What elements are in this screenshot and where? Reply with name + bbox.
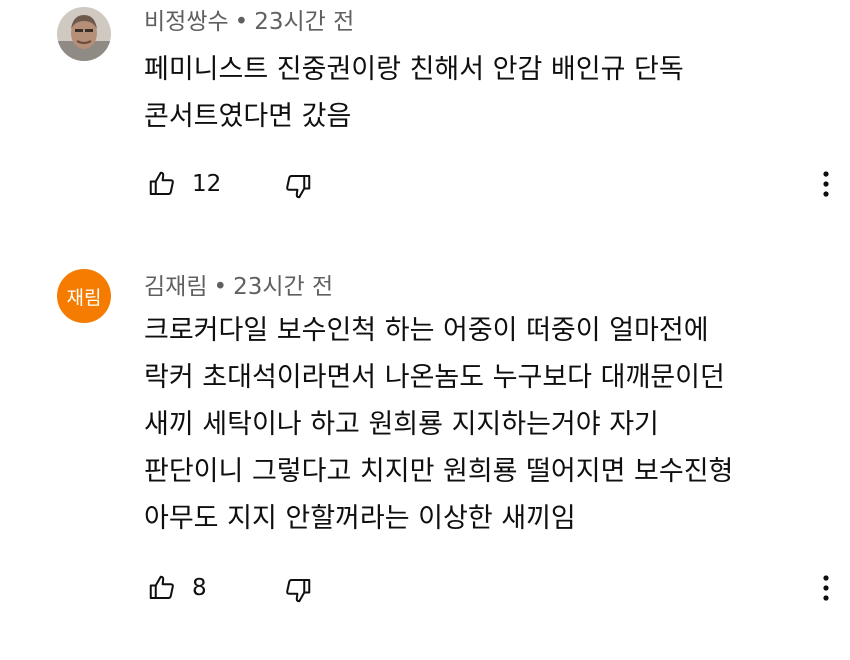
avatar-initials: 재림: [66, 286, 102, 309]
comment-time[interactable]: 23시간 전: [233, 274, 333, 300]
comment-text-line: 새끼 세탁이나 하고 원희룡 지지하는거야 자기: [144, 409, 659, 440]
avatar[interactable]: 재림: [57, 269, 111, 323]
comment-actions: 12: [144, 164, 834, 204]
like-button[interactable]: [144, 164, 180, 204]
meta-separator: •: [213, 274, 228, 300]
more-vert-icon: [823, 171, 829, 197]
comment-actions: 8: [144, 568, 834, 608]
more-options-button[interactable]: [808, 164, 844, 204]
avatar-photo-icon: [57, 7, 111, 61]
comment-author[interactable]: 비정쌍수: [144, 9, 229, 35]
like-count: 12: [192, 171, 222, 197]
comment-meta: 김재림 • 23시간 전: [144, 272, 333, 302]
comment-text-line: 아무도 지지 안할꺼라는 이상한 새끼임: [144, 503, 576, 534]
like-count: 8: [192, 575, 207, 601]
thumbs-up-icon: [149, 575, 174, 599]
thumbs-up-icon: [149, 171, 174, 195]
comment-author[interactable]: 김재림: [144, 274, 207, 300]
comment-text: 페미니스트 진중권이랑 친해서 안감 배인규 단독 콘서트였다면 갔음: [144, 46, 834, 140]
comment-text-line: 크로커다일 보수인척 하는 어중이 떠중이 얼마전에: [144, 315, 709, 346]
more-options-button[interactable]: [808, 568, 844, 608]
like-button[interactable]: [144, 568, 180, 608]
comment-text: 크로커다일 보수인척 하는 어중이 떠중이 얼마전에 락커 초대석이라면서 나온…: [144, 307, 834, 542]
more-vert-icon: [823, 575, 829, 601]
comment-time[interactable]: 23시간 전: [254, 9, 354, 35]
dislike-button[interactable]: [280, 570, 316, 610]
thumbs-down-icon: [286, 175, 311, 199]
comment-meta: 비정쌍수 • 23시간 전: [144, 7, 354, 37]
comment-text-line: 판단이니 그렇다고 치지만 원희룡 떨어지면 보수진형: [144, 456, 734, 487]
thumbs-down-icon: [286, 579, 311, 603]
comment-text-line: 락커 초대석이라면서 나온놈도 누구보다 대깨문이던: [144, 362, 725, 393]
comment-text-line: 콘서트였다면 갔음: [144, 101, 352, 132]
avatar[interactable]: [57, 7, 111, 61]
comment-text-line: 페미니스트 진중권이랑 친해서 안감 배인규 단독: [144, 54, 684, 85]
meta-separator: •: [234, 9, 249, 35]
dislike-button[interactable]: [280, 166, 316, 206]
